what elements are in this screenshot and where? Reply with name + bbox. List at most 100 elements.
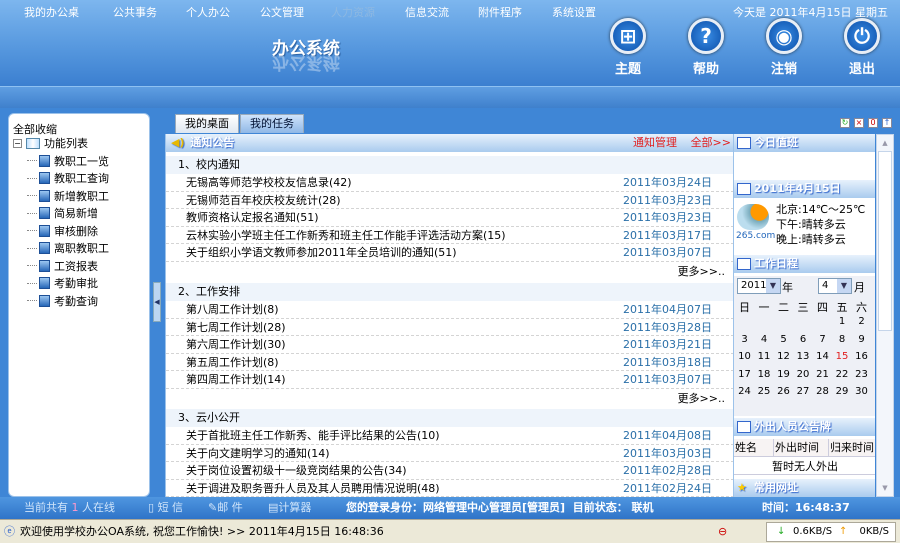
sidebar-item[interactable]: 新增教职工 (27, 187, 109, 204)
tree-root[interactable]: − 功能列表 (13, 135, 88, 151)
sidebar-item[interactable]: 工资报表 (27, 257, 98, 274)
notice-title[interactable]: 无锡高等师范学校校友信息录(42) (186, 176, 352, 189)
minus-icon[interactable]: − (13, 138, 22, 148)
notice-item[interactable]: 第七周工作计划(28) 2011年03月28日 (166, 319, 733, 337)
sidebar-item[interactable]: 离职教职工 (27, 240, 109, 257)
notice-title[interactable]: 关于向文建明学习的通知(14) (186, 447, 330, 460)
nav-item[interactable]: 系统设置 (552, 4, 596, 20)
notice-item[interactable]: 第四周工作计划(14) 2011年03月07日 (166, 371, 733, 389)
calendar-day[interactable]: 1 (833, 316, 852, 327)
scroll-down-icon[interactable]: ▼ (877, 480, 893, 496)
notice-manage-link[interactable]: 通知管理 (633, 134, 677, 152)
calendar-day[interactable]: 22 (833, 369, 852, 380)
notice-item[interactable]: 第六周工作计划(30) 2011年03月21日 (166, 336, 733, 354)
nav-item[interactable]: 我的办公桌 (24, 4, 79, 20)
sidebar-item[interactable]: 简易新增 (27, 205, 98, 222)
notice-item[interactable]: 第五周工作计划(8) 2011年03月18日 (166, 354, 733, 372)
sidebar-item[interactable]: 考勤查询 (27, 292, 98, 309)
notice-title[interactable]: 第七周工作计划(28) (186, 321, 286, 334)
scrollbar[interactable]: ▲ ▼ (876, 134, 894, 497)
refresh-icon[interactable]: ↻ (840, 118, 850, 128)
calendar-day[interactable]: 20 (794, 369, 813, 380)
notice-item[interactable]: 无锡师范百年校庆校友统计(28) 2011年03月23日 (166, 192, 733, 210)
notice-title[interactable]: 第八周工作计划(8) (186, 303, 279, 316)
calendar-day[interactable]: 21 (813, 369, 832, 380)
sidebar-item[interactable]: 审核删除 (27, 222, 98, 239)
calendar-day[interactable]: 23 (852, 369, 871, 380)
sidebar-item[interactable]: 教职工一览 (27, 152, 109, 169)
month-select[interactable]: 4 ▼ (818, 278, 852, 294)
calendar-day[interactable]: 11 (755, 351, 774, 362)
notice-title[interactable]: 关于岗位设置初级十一级竞岗结果的公告(34) (186, 464, 407, 477)
notice-title[interactable]: 第四周工作计划(14) (186, 373, 286, 386)
nav-item[interactable]: 个人办公 (186, 4, 230, 20)
scroll-up-icon[interactable]: ▲ (877, 135, 893, 151)
notice-title[interactable]: 教师资格认定报名通知(51) (186, 211, 319, 224)
header-button-2[interactable]: ◉ 注销 (759, 18, 809, 77)
notice-item[interactable]: 关于首批班主任工作新秀、能手评比结果的公告(10) 2011年04月08日 (166, 427, 733, 445)
calendar-day[interactable]: 3 (735, 334, 754, 345)
calendar-day[interactable]: 29 (833, 386, 852, 397)
sidebar-collapse-handle[interactable]: ◀ (153, 282, 161, 322)
year-select[interactable]: 2011 ▼ (737, 278, 781, 294)
restore-icon[interactable]: 0 (868, 118, 878, 128)
calendar-day[interactable]: 8 (833, 334, 852, 345)
more-link[interactable]: 更多>>.. (678, 263, 725, 280)
calendar-day[interactable]: 16 (852, 351, 871, 362)
nav-item[interactable]: 信息交流 (405, 4, 449, 20)
notice-title[interactable]: 第六周工作计划(30) (186, 338, 286, 351)
sidebar-item[interactable]: 教职工查询 (27, 170, 109, 187)
sms-button[interactable]: ▯ 短 信 (148, 497, 183, 519)
nav-item[interactable]: 附件程序 (478, 4, 522, 20)
calendar-day[interactable]: 6 (794, 334, 813, 345)
header-button-1[interactable]: ? 帮助 (681, 18, 731, 77)
calendar-day[interactable]: 26 (774, 386, 793, 397)
calendar-day[interactable]: 19 (774, 369, 793, 380)
header-button-3[interactable]: ⏻ 退出 (837, 18, 887, 77)
nav-item[interactable]: 人力资源 (331, 4, 375, 20)
calendar-day[interactable]: 4 (755, 334, 774, 345)
calendar-day[interactable]: 12 (774, 351, 793, 362)
calendar-day[interactable]: 25 (755, 386, 774, 397)
notice-item[interactable]: 云林实验小学班主任工作新秀和班主任工作能手评选活动方案(15) 2011年03月1… (166, 227, 733, 245)
notice-title[interactable]: 关于首批班主任工作新秀、能手评比结果的公告(10) (186, 429, 440, 442)
calculator-button[interactable]: ▤计算器 (268, 497, 311, 519)
scroll-thumb[interactable] (878, 151, 892, 331)
notice-item[interactable]: 关于向文建明学习的通知(14) 2011年03月03日 (166, 445, 733, 463)
notice-item[interactable]: 无锡高等师范学校校友信息录(42) 2011年03月24日 (166, 174, 733, 192)
calendar-day[interactable]: 24 (735, 386, 754, 397)
mail-button[interactable]: ✎邮 件 (208, 497, 243, 519)
nav-item[interactable]: 公共事务 (113, 4, 157, 20)
calendar-day[interactable]: 15 (833, 351, 852, 362)
notice-title[interactable]: 无锡师范百年校庆校友统计(28) (186, 194, 341, 207)
tab-my-tasks[interactable]: 我的任务 (240, 114, 304, 133)
calendar-day[interactable]: 7 (813, 334, 832, 345)
notice-item[interactable]: 教师资格认定报名通知(51) 2011年03月23日 (166, 209, 733, 227)
up-icon[interactable]: ↑ (882, 118, 892, 128)
header-button-0[interactable]: ⊞ 主题 (603, 18, 653, 77)
calendar-day[interactable]: 10 (735, 351, 754, 362)
calendar-day[interactable]: 5 (774, 334, 793, 345)
close-icon[interactable]: × (854, 118, 864, 128)
more-link[interactable]: 更多>>.. (678, 390, 725, 407)
calendar-day[interactable]: 9 (852, 334, 871, 345)
calendar-day[interactable]: 2 (852, 316, 871, 327)
nav-item[interactable]: 公文管理 (260, 4, 304, 20)
calendar-day[interactable]: 18 (755, 369, 774, 380)
calendar-day[interactable]: 28 (813, 386, 832, 397)
notice-item[interactable]: 关于岗位设置初级十一级竞岗结果的公告(34) 2011年02月28日 (166, 462, 733, 480)
calendar-day[interactable]: 13 (794, 351, 813, 362)
calendar-day[interactable]: 17 (735, 369, 754, 380)
notice-title[interactable]: 第五周工作计划(8) (186, 356, 279, 369)
notice-all-link[interactable]: 全部>> (691, 134, 731, 152)
notice-item[interactable]: 关于组织小学语文教师参加2011年全员培训的通知(51) 2011年03月07日 (166, 244, 733, 262)
tab-my-desktop[interactable]: 我的桌面 (175, 114, 239, 133)
notice-title[interactable]: 关于调进及职务晋升人员及其人员聘用情况说明(48) (186, 482, 440, 495)
calendar-day[interactable]: 14 (813, 351, 832, 362)
sidebar-item[interactable]: 考勤审批 (27, 275, 98, 292)
calendar-day[interactable]: 27 (794, 386, 813, 397)
notice-title[interactable]: 云林实验小学班主任工作新秀和班主任工作能手评选活动方案(15) (186, 229, 506, 242)
notice-item[interactable]: 关于调进及职务晋升人员及其人员聘用情况说明(48) 2011年02月24日 (166, 480, 733, 497)
notice-title[interactable]: 关于组织小学语文教师参加2011年全员培训的通知(51) (186, 246, 457, 259)
notice-item[interactable]: 第八周工作计划(8) 2011年04月07日 (166, 301, 733, 319)
